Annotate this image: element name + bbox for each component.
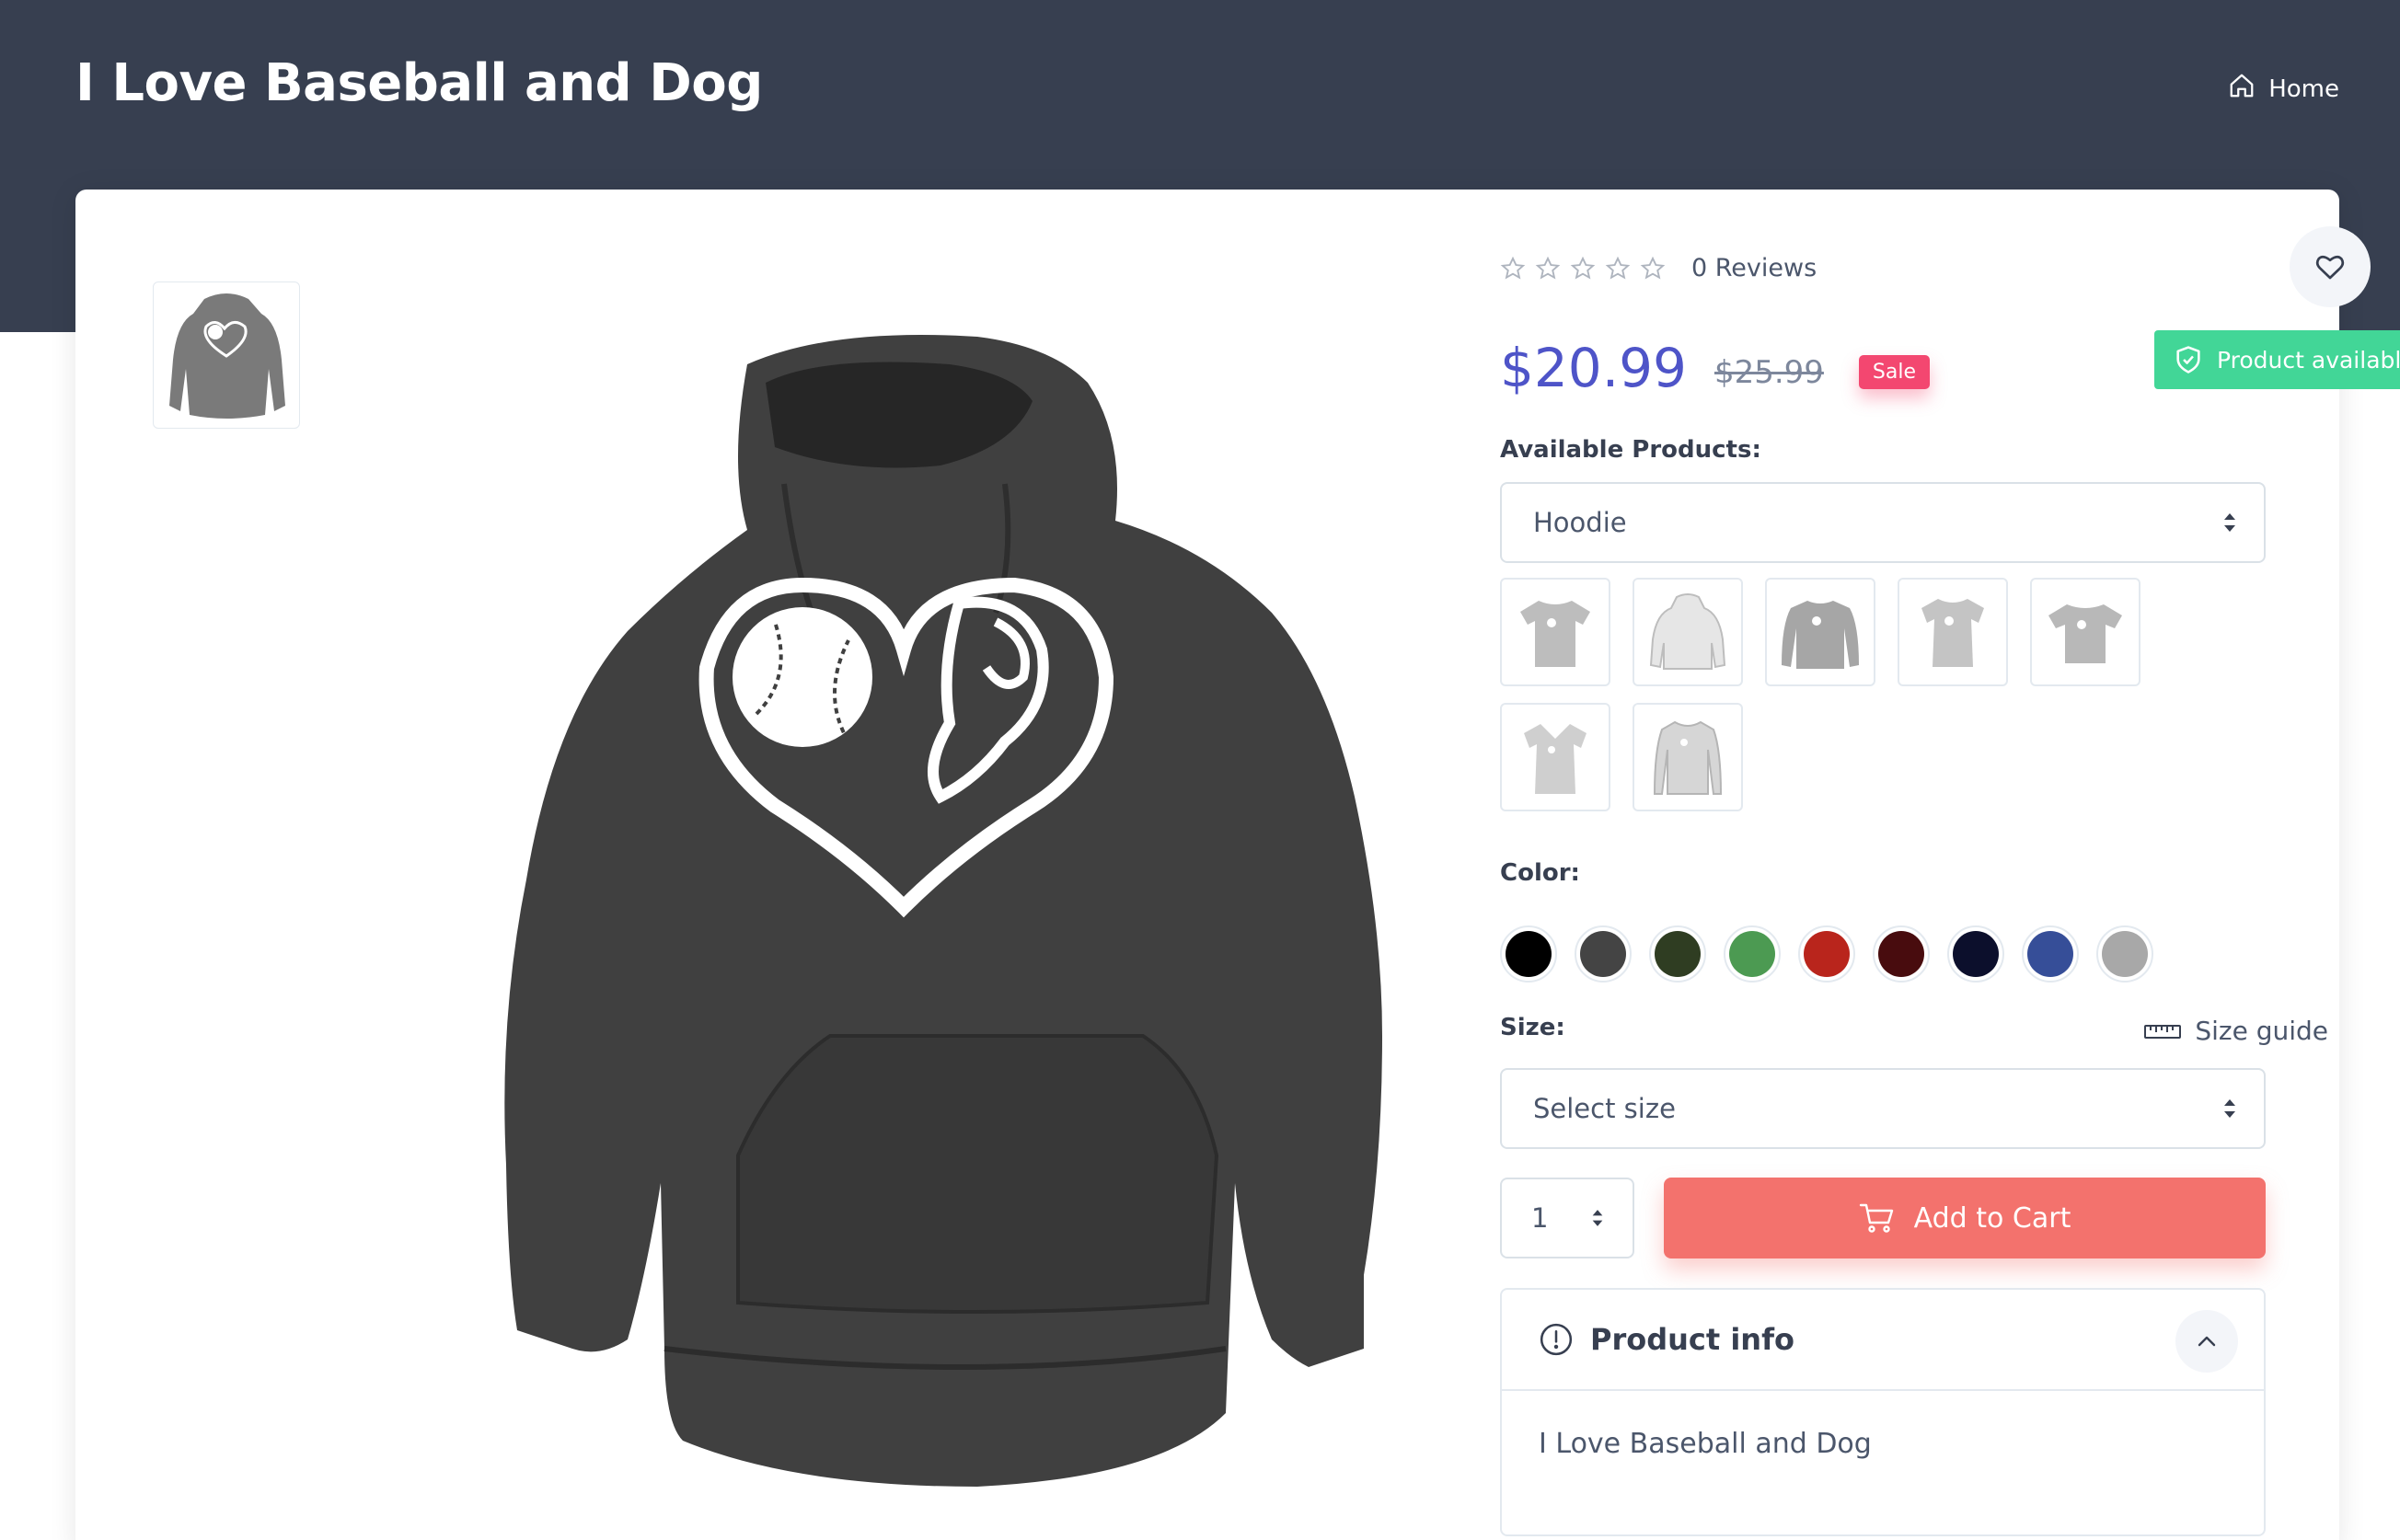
rating: 0 Reviews (1500, 254, 1817, 282)
longsleeve-icon (1653, 720, 1723, 795)
swatch-fill (1506, 931, 1552, 977)
price: $20.99 (1500, 337, 1687, 399)
select-arrows-icon (1592, 1210, 1603, 1226)
shield-check-icon (2176, 346, 2200, 374)
color-swatch-red[interactable] (1798, 925, 1855, 983)
quantity-value: 1 (1531, 1202, 1549, 1234)
cart-icon (1859, 1203, 1893, 1233)
availability-label: Product available (2217, 346, 2400, 374)
star-icon (1570, 256, 1596, 282)
wishlist-button[interactable] (2290, 226, 2371, 307)
add-to-cart-label: Add to Cart (1913, 1201, 2071, 1235)
tshirt-unisex-icon (2048, 604, 2122, 663)
color-label: Color: (1500, 859, 1580, 887)
vneck-icon (1524, 724, 1587, 794)
color-swatch-maroon[interactable] (1873, 925, 1930, 983)
page-title: I Love Baseball and Dog (75, 53, 763, 113)
breadcrumb-home-link[interactable]: Home (2228, 72, 2339, 106)
home-icon (2228, 72, 2256, 106)
color-swatch-royal[interactable] (2022, 925, 2079, 983)
size-guide-link[interactable]: Size guide (2143, 1016, 2328, 1046)
size-label: Size: (1500, 1014, 1565, 1041)
size-select[interactable]: Select size (1500, 1068, 2266, 1149)
gallery-thumbnail[interactable] (153, 282, 300, 429)
tshirt-icon (1520, 601, 1590, 667)
product-info-header[interactable]: Product info (1502, 1290, 2264, 1391)
heart-icon (2315, 255, 2345, 280)
swatch-fill (1878, 931, 1924, 977)
style-option-hoodie-white[interactable] (1633, 578, 1743, 686)
star-icon (1640, 256, 1666, 282)
product-card: 0 Reviews $20.99 $25.99 Sale Product ava… (75, 190, 2400, 1540)
style-option-vneck[interactable] (1500, 703, 1610, 811)
breadcrumb-home-label: Home (2268, 75, 2339, 103)
color-swatch-black[interactable] (1500, 925, 1557, 983)
product-details: 0 Reviews $20.99 $25.99 Sale Product ava… (1500, 190, 2400, 1540)
star-icon (1605, 256, 1631, 282)
size-select-value: Select size (1533, 1093, 1676, 1124)
swatch-fill (1655, 931, 1701, 977)
info-icon (1540, 1323, 1573, 1356)
select-arrows-icon (2224, 1099, 2235, 1118)
style-option-sweatshirt[interactable] (1765, 578, 1875, 686)
swatch-fill (1804, 931, 1850, 977)
chevron-up-icon (2198, 1336, 2216, 1347)
size-guide-label: Size guide (2195, 1016, 2328, 1046)
product-info-panel: Product info I Love Baseball and Dog (1500, 1288, 2266, 1536)
add-to-cart-button[interactable]: Add to Cart (1664, 1178, 2266, 1258)
collapse-button[interactable] (2175, 1310, 2238, 1373)
tshirt-fitted-icon (1921, 599, 1984, 667)
select-arrows-icon (2224, 513, 2235, 532)
sweatshirt-icon (1782, 601, 1859, 669)
hoodie-thumbnail-icon (169, 293, 285, 419)
style-option-tshirt[interactable] (1500, 578, 1610, 686)
sale-badge: Sale (1858, 354, 1931, 389)
color-swatch-charcoal[interactable] (1575, 925, 1632, 983)
availability-badge: Product available (2154, 330, 2400, 389)
color-swatch-navy[interactable] (1947, 925, 2004, 983)
old-price: $25.99 (1713, 354, 1824, 391)
color-swatches (1500, 925, 2153, 983)
star-icon (1535, 256, 1561, 282)
color-swatch-green[interactable] (1724, 925, 1781, 983)
swatch-fill (2102, 931, 2148, 977)
product-type-value: Hoodie (1533, 507, 1627, 538)
swatch-fill (1953, 931, 1999, 977)
price-row: $20.99 $25.99 Sale (1500, 337, 1931, 399)
product-main-image (388, 282, 1493, 1505)
product-info-body: I Love Baseball and Dog (1539, 1428, 1872, 1460)
swatch-fill (1580, 931, 1626, 977)
product-type-select[interactable]: Hoodie (1500, 482, 2266, 563)
product-info-title: Product info (1590, 1322, 1794, 1357)
swatch-fill (1729, 931, 1775, 977)
color-swatch-gray[interactable] (2096, 925, 2153, 983)
hoodie-icon (1649, 593, 1726, 670)
quantity-select[interactable]: 1 (1500, 1178, 1634, 1258)
swatch-fill (2027, 931, 2073, 977)
style-option-tshirt-unisex[interactable] (2030, 578, 2140, 686)
star-icon (1500, 256, 1526, 282)
style-option-longsleeve[interactable] (1633, 703, 1743, 811)
available-products-label: Available Products: (1500, 436, 1761, 464)
ruler-icon (2144, 1024, 2182, 1039)
reviews-link[interactable]: 0 Reviews (1691, 254, 1817, 282)
color-swatch-forest[interactable] (1649, 925, 1706, 983)
style-option-tshirt-fitted[interactable] (1898, 578, 2008, 686)
